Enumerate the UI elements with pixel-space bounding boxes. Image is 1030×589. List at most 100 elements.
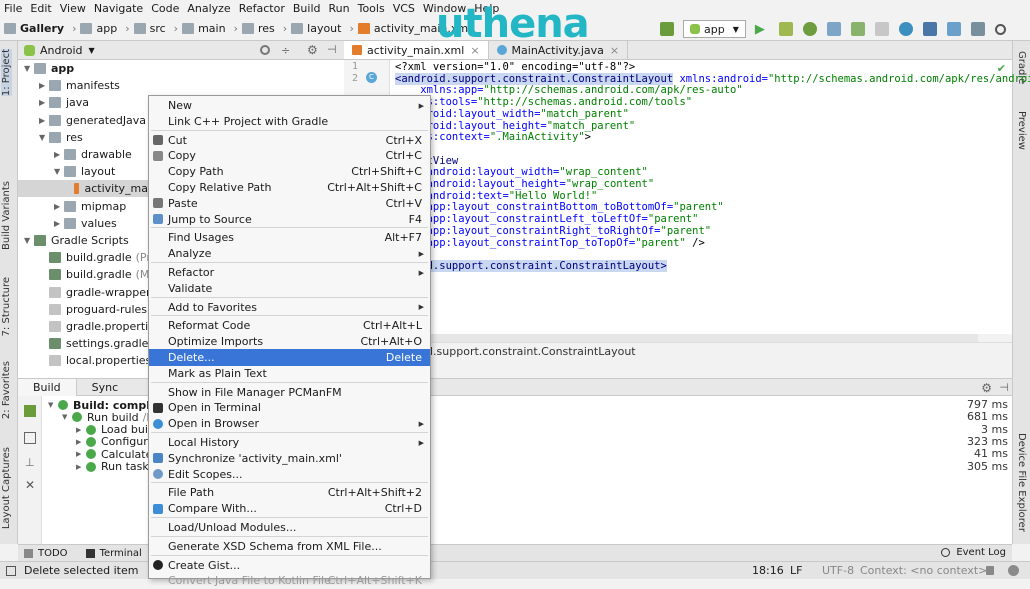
profile-icon[interactable] — [826, 22, 841, 36]
run-config-select[interactable]: app ▼ — [683, 20, 746, 38]
menu-view[interactable]: View — [60, 2, 86, 15]
chevron-right-icon[interactable]: ▶ — [39, 81, 49, 90]
sdk-manager-icon[interactable] — [946, 22, 961, 36]
hide-icon[interactable]: ⊣ — [999, 381, 1009, 394]
menu-item-open-in-browser[interactable]: Open in Browser ▶ — [149, 415, 430, 432]
debug-icon[interactable] — [802, 22, 817, 36]
editor-horizontal-scrollbar[interactable] — [344, 334, 978, 342]
chevron-down-icon[interactable]: ▼ — [24, 236, 34, 245]
chevron-right-icon[interactable]: ▶ — [54, 150, 64, 159]
build-node[interactable]: ▼Run build/h — [62, 411, 153, 424]
build-node[interactable]: ▶ Configure — [76, 435, 154, 448]
breadcrumb-item[interactable]: app — [80, 22, 117, 35]
editor-tab[interactable]: MainActivity.java × — [489, 41, 629, 59]
menu-item-add-to-favorites[interactable]: Add to Favorites ▶ — [149, 299, 430, 316]
tool-tab-project[interactable]: 1: Project — [1, 49, 12, 97]
tab-sync[interactable]: Sync — [77, 379, 134, 396]
pin-icon[interactable]: ⊥ — [25, 456, 35, 469]
menu-item-optimize-imports[interactable]: Optimize Imports Ctrl+Alt+O — [149, 333, 430, 350]
tool-tab-terminal[interactable]: Terminal — [100, 548, 142, 559]
hammer-icon[interactable] — [24, 405, 36, 417]
menu-item-new[interactable]: New ▶ — [149, 97, 430, 114]
close-icon[interactable]: × — [470, 44, 479, 57]
search-icon[interactable] — [994, 23, 1006, 35]
menu-item-copy[interactable]: Copy Ctrl+C — [149, 147, 430, 164]
chevron-icon[interactable]: ▶ — [76, 426, 86, 434]
apply-changes-icon[interactable] — [778, 22, 793, 36]
tool-tab-todo[interactable]: TODO — [38, 548, 68, 559]
breadcrumb-item[interactable]: layout — [291, 22, 341, 35]
menu-item-open-in-terminal[interactable]: Open in Terminal — [149, 399, 430, 416]
hide-icon[interactable]: ⊣ — [327, 43, 337, 56]
tree-node[interactable]: ▶ drawable — [54, 146, 132, 163]
tool-tab-structure[interactable]: 7: Structure — [1, 277, 12, 336]
editor-tab[interactable]: activity_main.xml × — [344, 41, 489, 59]
menu-item-reformat-code[interactable]: Reformat Code Ctrl+Alt+L — [149, 317, 430, 334]
tree-node[interactable]: ▶ java — [39, 94, 89, 111]
tree-node[interactable]: gradle-wrapper.p — [39, 284, 160, 301]
class-marker-icon[interactable]: C — [366, 72, 377, 83]
tool-tab-favorites[interactable]: 2: Favorites — [1, 361, 12, 419]
menu-edit[interactable]: Edit — [30, 2, 51, 15]
build-node[interactable]: ▶ Run tasks — [76, 460, 154, 473]
menu-item-load-unload-modules[interactable]: Load/Unload Modules... — [149, 519, 430, 536]
tree-node[interactable]: gradle.properties — [39, 318, 161, 335]
tab-build[interactable]: Build — [18, 378, 77, 396]
inspector-icon[interactable] — [1008, 565, 1019, 576]
menu-item-copy-relative-path[interactable]: Copy Relative Path Ctrl+Alt+Shift+C — [149, 179, 430, 196]
file-encoding[interactable]: UTF-8 — [822, 564, 854, 577]
menu-item-show-in-file-manager-pcmanfm[interactable]: Show in File Manager PCManFM — [149, 384, 430, 401]
menu-item-find-usages[interactable]: Find Usages Alt+F7 — [149, 229, 430, 246]
menu-item-jump-to-source[interactable]: Jump to Source F4 — [149, 211, 430, 228]
tree-node[interactable]: proguard-rules.pr — [39, 301, 162, 318]
menu-run[interactable]: Run — [329, 2, 350, 15]
tree-node[interactable]: ▶ mipmap — [54, 198, 126, 215]
chevron-icon[interactable]: ▶ — [76, 438, 86, 446]
menu-item-generate-xsd-schema-from-xml-file[interactable]: Generate XSD Schema from XML File... — [149, 538, 430, 555]
lock-icon[interactable] — [986, 566, 994, 575]
context-indicator[interactable]: Context: <no context> — [860, 564, 987, 577]
menu-tools[interactable]: Tools — [358, 2, 385, 15]
sync-gradle-icon[interactable] — [898, 22, 913, 36]
avd-manager-icon[interactable] — [922, 22, 937, 36]
menu-item-link-c-project-with-gradle[interactable]: Link C++ Project with Gradle — [149, 113, 430, 130]
menu-navigate[interactable]: Navigate — [94, 2, 143, 15]
menu-refactor[interactable]: Refactor — [239, 2, 285, 15]
tool-tab-preview[interactable]: Preview — [1016, 111, 1027, 150]
tree-node[interactable]: build.gradle(Mod — [39, 266, 163, 283]
line-separator[interactable]: LF — [790, 564, 802, 577]
breadcrumb-item[interactable]: Gallery — [4, 22, 64, 35]
chevron-down-icon[interactable]: ▼ — [89, 46, 95, 55]
menu-item-compare-with[interactable]: Compare With... Ctrl+D — [149, 500, 430, 517]
tree-node[interactable]: build.gradle(Proj — [39, 249, 160, 266]
chevron-icon[interactable]: ▶ — [76, 450, 86, 458]
toggle-view-icon[interactable] — [24, 432, 36, 444]
menu-item-create-gist[interactable]: Create Gist... — [149, 557, 430, 574]
chevron-right-icon[interactable]: ▶ — [54, 219, 64, 228]
menu-item-refactor[interactable]: Refactor ▶ — [149, 264, 430, 281]
code-editor[interactable]: ✔ <?xml version="1.0" encoding="utf-8"?>… — [390, 60, 1030, 334]
menu-item-edit-scopes[interactable]: Edit Scopes... — [149, 466, 430, 483]
menu-item-analyze[interactable]: Analyze ▶ — [149, 245, 430, 262]
menu-item-paste[interactable]: Paste Ctrl+V — [149, 195, 430, 212]
tree-node[interactable]: ▼ app — [24, 60, 74, 77]
chevron-right-icon[interactable]: ▶ — [39, 98, 49, 107]
caret-position[interactable]: 18:16 — [752, 564, 784, 577]
menu-item-mark-as-plain-text[interactable]: Mark as Plain Text — [149, 365, 430, 382]
tool-tab-device-file-explorer[interactable]: Device File Explorer — [1016, 433, 1027, 532]
tool-tab-layout-captures[interactable]: Layout Captures — [1, 447, 12, 529]
chevron-right-icon[interactable]: ▶ — [54, 202, 64, 211]
menu-vcs[interactable]: VCS — [393, 2, 415, 15]
menu-item-synchronize-activity-main-xml[interactable]: Synchronize 'activity_main.xml' — [149, 450, 430, 467]
breadcrumb-item[interactable]: src — [133, 22, 166, 35]
menu-item-delete[interactable]: Delete... Delete — [149, 349, 430, 366]
stop-icon[interactable] — [874, 22, 889, 36]
chevron-icon[interactable]: ▼ — [62, 413, 72, 421]
run-icon[interactable]: ▶ — [755, 22, 769, 37]
gear-icon[interactable]: ⚙ — [981, 381, 992, 395]
breadcrumb-item[interactable]: res — [241, 22, 275, 35]
tree-node[interactable]: ▼ res — [39, 129, 83, 146]
chevron-right-icon[interactable]: ▶ — [39, 116, 49, 125]
gear-icon[interactable]: ⚙ — [307, 43, 318, 57]
build-node[interactable]: ▶ Calculate — [76, 448, 152, 461]
